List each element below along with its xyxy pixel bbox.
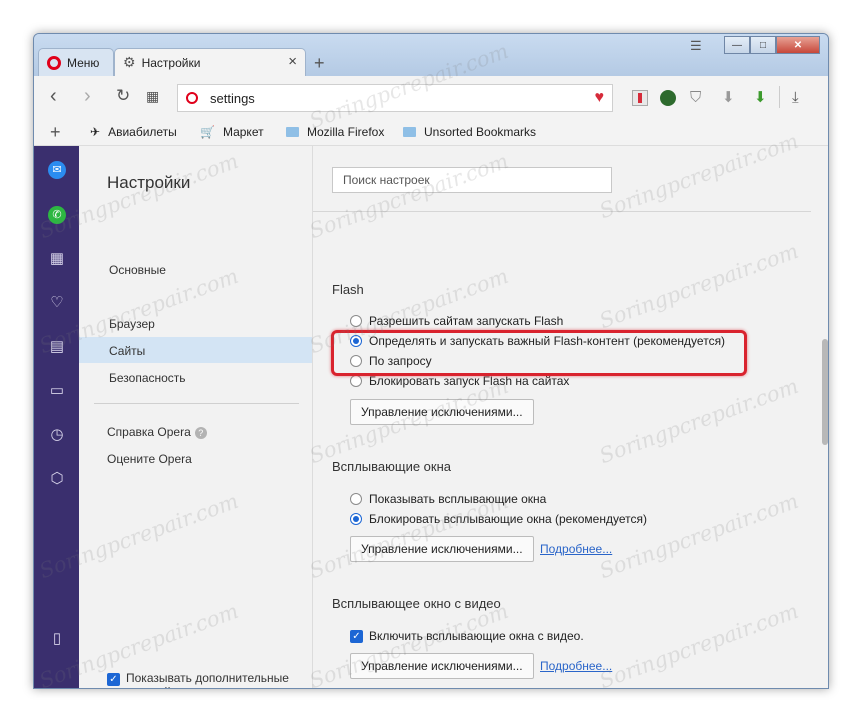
tabs-icon[interactable]: ▭ — [48, 382, 66, 400]
option-label: Блокировать запуск Flash на сайтах — [369, 374, 570, 388]
tab-settings-label: Настройки — [141, 55, 201, 70]
flash-option-block[interactable]: Блокировать запуск Flash на сайтах — [350, 374, 569, 388]
heart-sidebar-icon[interactable]: ♡ — [48, 294, 66, 312]
nav-divider — [94, 403, 299, 404]
close-window-button[interactable]: ✕ — [776, 36, 820, 54]
opera-logo-icon — [47, 55, 61, 70]
bookmark-market[interactable]: 🛒 Маркет — [200, 125, 264, 139]
toolbar: ‹ › ↻ ▦ settings ♥ ⛉ ⬇ ⬇ ⤓ — [34, 76, 828, 120]
nav-item-security[interactable]: Безопасность — [109, 371, 186, 385]
maximize-button[interactable]: □ — [750, 36, 776, 54]
checkbox-check-icon: ✓ — [350, 629, 363, 643]
minimize-button[interactable]: — — [724, 36, 750, 54]
help-label: Справка Opera — [107, 425, 191, 439]
window-controls: — □ ✕ — [724, 36, 820, 56]
bookmark-unsorted[interactable]: Unsorted Bookmarks — [403, 125, 536, 139]
toggle-sidebar-icon[interactable]: ▯ — [48, 630, 66, 648]
nav-item-browser[interactable]: Браузер — [109, 317, 155, 331]
close-tab-icon[interactable]: × — [288, 53, 297, 70]
back-icon[interactable]: ‹ — [50, 86, 57, 106]
speed-dial-sidebar-icon[interactable]: ▦ — [48, 250, 66, 268]
flash-option-allow[interactable]: Разрешить сайтам запускать Flash — [350, 314, 563, 328]
download-arrow-icon[interactable]: ⬇ — [722, 90, 738, 106]
folder-icon — [403, 127, 416, 137]
address-bar[interactable]: settings ♥ — [177, 84, 613, 112]
video-popup-checkbox[interactable]: ✓ Включить всплывающие окна с видео. — [350, 629, 584, 643]
page-title: Настройки — [107, 173, 191, 192]
checkbox-label: Включить всплывающие окна с видео. — [369, 629, 584, 643]
flash-manage-exceptions-button[interactable]: Управление исключениями... — [350, 399, 534, 425]
settings-search-input[interactable]: Поиск настроек — [332, 167, 612, 193]
bookmark-aviabilety[interactable]: ✈ Авиабилеты — [90, 125, 177, 139]
new-tab-button[interactable]: + — [314, 53, 325, 74]
extension-red-icon[interactable] — [632, 90, 648, 106]
popups-option-show[interactable]: Показывать всплывающие окна — [350, 492, 546, 506]
video-manage-exceptions-button[interactable]: Управление исключениями... — [350, 653, 534, 679]
red-highlight-frame — [331, 330, 747, 376]
menu-label: Меню — [67, 55, 100, 70]
whatsapp-icon[interactable]: ✆ — [48, 206, 66, 224]
history-icon[interactable]: ◷ — [48, 426, 66, 444]
scrollbar-thumb[interactable] — [822, 339, 828, 445]
radio-button[interactable] — [350, 375, 362, 387]
tab-menu-icon[interactable]: ☰ — [690, 38, 702, 54]
option-label: Разрешить сайтам запускать Flash — [369, 314, 564, 328]
gear-icon: ⚙ — [123, 54, 136, 70]
bookmark-label: Маркет — [222, 125, 264, 139]
toolbar-separator — [779, 86, 780, 108]
globe-icon[interactable] — [660, 90, 676, 106]
nav-item-basic[interactable]: Основные — [109, 263, 166, 277]
search-divider — [313, 211, 811, 212]
heart-bookmark-icon[interactable]: ♥ — [595, 89, 605, 107]
opera-menu-tab[interactable]: Меню — [38, 48, 114, 76]
browser-window: Меню ⚙ Настройки × + ☰ — □ ✕ ‹ › ↻ ▦ set… — [33, 33, 829, 689]
add-bookmark-button[interactable]: + — [50, 122, 61, 143]
news-icon[interactable]: ▤ — [48, 338, 66, 356]
save-from-net-icon[interactable]: ⬇ — [754, 90, 770, 106]
nav-item-sites[interactable]: Сайты — [109, 344, 145, 358]
radio-button[interactable] — [350, 315, 362, 327]
option-label: Блокировать всплывающие окна (рекомендуе… — [369, 512, 647, 526]
popups-manage-exceptions-button[interactable]: Управление исключениями... — [350, 536, 534, 562]
shield-icon[interactable]: ⛉ — [690, 90, 706, 106]
reload-icon[interactable]: ↻ — [116, 86, 130, 106]
popups-section-title: Всплывающие окна — [332, 459, 452, 474]
nav-rate-link[interactable]: Оцените Opera — [107, 452, 192, 466]
video-popup-section-title: Всплывающее окно с видео — [332, 596, 501, 611]
folder-icon — [286, 127, 299, 137]
show-advanced-label: Показывать дополнительные настройки — [126, 671, 289, 688]
tab-settings[interactable]: ⚙ Настройки × — [114, 48, 306, 76]
speed-dial-icon[interactable]: ▦ — [146, 86, 159, 106]
popups-more-link[interactable]: Подробнее... — [540, 542, 612, 556]
show-advanced-checkbox[interactable]: ✓ Показывать дополнительные настройки — [107, 671, 297, 688]
radio-button[interactable] — [350, 493, 362, 505]
cart-icon: 🛒 — [200, 125, 215, 139]
flash-section-title: Flash — [332, 282, 364, 297]
bookmark-label: Авиабилеты — [108, 125, 177, 139]
popups-option-block[interactable]: Блокировать всплывающие окна (рекомендуе… — [350, 512, 647, 526]
opera-sidebar: ✉ ✆ ▦ ♡ ▤ ▭ ◷ ⬡ ▯ — [34, 146, 79, 688]
messenger-icon[interactable]: ✉ — [48, 161, 66, 179]
bookmark-label: Unsorted Bookmarks — [424, 125, 537, 139]
address-value: settings — [210, 90, 255, 106]
checkbox-check-icon: ✓ — [107, 673, 120, 687]
nav-help-link[interactable]: Справка Opera? — [107, 425, 207, 439]
forward-icon[interactable]: › — [84, 86, 91, 106]
downloads-icon[interactable]: ⤓ — [792, 90, 808, 106]
opera-page-icon — [186, 92, 198, 104]
help-icon: ? — [194, 427, 207, 439]
radio-button-selected[interactable] — [350, 513, 362, 525]
settings-content: Поиск настроек Flash Разрешить сайтам за… — [312, 146, 828, 688]
plane-icon: ✈ — [90, 125, 101, 139]
bookmark-mozilla-firefox[interactable]: Mozilla Firefox — [286, 125, 384, 139]
settings-navigation: Настройки Основные Браузер Сайты Безопас… — [79, 146, 312, 688]
video-more-link[interactable]: Подробнее... — [540, 659, 612, 673]
bookmarks-bar: + ✈ Авиабилеты 🛒 Маркет Mozilla Firefox … — [34, 120, 828, 146]
bookmark-label: Mozilla Firefox — [307, 125, 385, 139]
title-bar: Меню ⚙ Настройки × + ☰ — □ ✕ — [34, 34, 828, 76]
option-label: Показывать всплывающие окна — [369, 492, 547, 506]
extensions-cube-icon[interactable]: ⬡ — [48, 470, 66, 488]
